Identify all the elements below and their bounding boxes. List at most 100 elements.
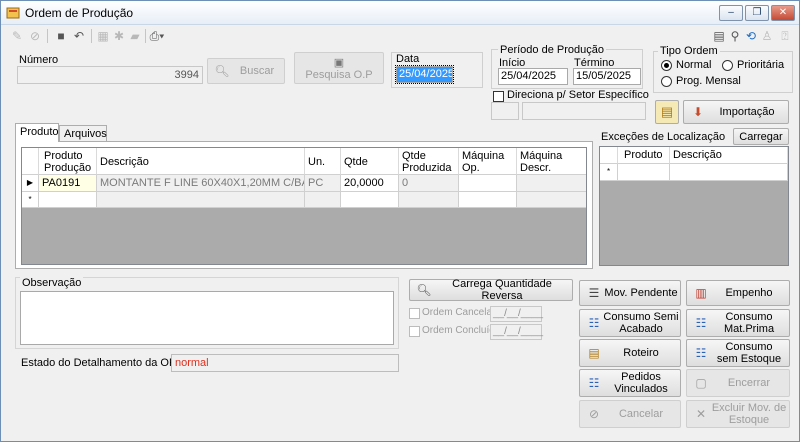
new-row[interactable]: * <box>22 192 586 208</box>
user-icon[interactable]: ♙ <box>759 28 775 44</box>
save-icon[interactable]: ■ <box>53 28 69 44</box>
importacao-button[interactable]: ⬇ Importação <box>683 100 789 124</box>
roteiro-button[interactable]: ▤ Roteiro <box>579 339 681 367</box>
excecoes-header-row: Produto Descrição <box>600 147 788 164</box>
ordem-concluida-checkbox[interactable] <box>409 326 420 337</box>
minimize-button[interactable]: – <box>719 5 743 21</box>
col-qtde-produzida[interactable]: Qtde Produzida <box>399 148 459 175</box>
table-row[interactable]: ▶ PA0191 MONTANTE F LINE 60X40X1,20MM C/… <box>22 175 586 192</box>
col-qtde[interactable]: Qtde <box>341 148 399 175</box>
cancel-icon[interactable]: ⊘ <box>27 28 43 44</box>
inicio-field[interactable]: 25/04/2025 <box>498 68 568 85</box>
cancel-icon: ⊘ <box>588 407 600 421</box>
direciona-checkbox[interactable] <box>493 91 504 102</box>
cell-produto[interactable]: PA0191 <box>39 175 97 192</box>
col-produto[interactable]: Produto Produção <box>39 148 97 175</box>
delete-icon[interactable]: ▦ <box>95 28 111 44</box>
direciona-label: Direciona p/ Setor Específico <box>507 89 649 101</box>
setor-desc-field[interactable] <box>522 102 646 120</box>
mov-pendente-button[interactable]: ☰ Mov. Pendente <box>579 280 681 306</box>
encerrar-button[interactable]: ▢ Encerrar <box>686 369 790 397</box>
ordem-cancelada-checkbox[interactable] <box>409 308 420 319</box>
tab-produto[interactable]: Produto <box>15 123 59 142</box>
ordem-concluida-label: Ordem Concluída <box>422 325 501 336</box>
setor-code-field[interactable] <box>491 102 519 120</box>
radio-normal-label: Normal <box>676 59 712 71</box>
cell-qtde-produzida[interactable]: 0 <box>399 175 459 192</box>
cell-maquina-descr[interactable] <box>517 175 586 192</box>
col-descricao[interactable]: Descrição <box>97 148 305 175</box>
print-icon[interactable]: ⎙▾ <box>149 28 165 44</box>
consumo-sem-estoque-button[interactable]: ☷ Consumo sem Estoque <box>686 339 790 367</box>
list-icon: ☷ <box>695 316 707 330</box>
excecoes-grid: Produto Descrição * <box>599 146 789 266</box>
cell-un[interactable]: PC <box>305 175 341 192</box>
radio-normal[interactable] <box>661 60 672 71</box>
search-icon[interactable]: ⚲ <box>727 28 743 44</box>
list-icon: ☷ <box>588 376 600 390</box>
list-icon: ☷ <box>695 346 707 360</box>
consumo-semi-button[interactable]: ☷ Consumo Semi Acabado <box>579 309 681 337</box>
data-label: Data <box>396 53 420 65</box>
excluir-mov-button[interactable]: ✕ Excluir Mov. de Estoque <box>686 400 790 428</box>
new-icon[interactable]: ✎ <box>9 28 25 44</box>
close-button[interactable]: ✕ <box>771 5 795 21</box>
col-exc-produto[interactable]: Produto <box>618 147 670 164</box>
col-maquina-descr[interactable]: Máquina Descr. <box>517 148 586 175</box>
concluida-date[interactable]: __/__/____ <box>490 324 543 340</box>
carrega-reversa-button[interactable]: 🔍︎ Carrega Quantidade Reversa <box>409 278 573 302</box>
observacao-field[interactable] <box>20 291 394 345</box>
tools-icon[interactable]: ✱ <box>111 28 127 44</box>
document-icon[interactable]: ▤ <box>711 28 727 44</box>
route-icon: ▤ <box>588 346 600 360</box>
buscar-button[interactable]: 🔍︎ Buscar <box>207 58 285 84</box>
import-icon: ⬇ <box>692 105 704 119</box>
exc-new-row-marker: * <box>600 164 618 181</box>
data-field[interactable]: 25/04/2025 <box>395 65 454 84</box>
col-exc-descricao[interactable]: Descrição <box>670 147 788 164</box>
numero-field[interactable]: 3994 <box>17 66 203 84</box>
list-icon: ☰ <box>588 286 600 300</box>
list-icon: ☷ <box>588 316 600 330</box>
tab-panel-produto: Produto Produção Descrição Un. Qtde Qtde… <box>15 141 593 269</box>
stamp-icon[interactable]: ▰ <box>127 28 143 44</box>
excecoes-new-row[interactable]: * <box>600 164 788 181</box>
maximize-button[interactable]: ❐ <box>745 5 769 21</box>
cell-maquina-op[interactable] <box>459 175 517 192</box>
grid-header-row: Produto Produção Descrição Un. Qtde Qtde… <box>22 148 586 175</box>
refresh-icon[interactable]: ⟲ <box>743 28 759 44</box>
col-un[interactable]: Un. <box>305 148 341 175</box>
pedidos-vinculados-button[interactable]: ☷ Pedidos Vinculados <box>579 369 681 397</box>
carregar-button[interactable]: Carregar <box>733 128 789 145</box>
cell-qtde[interactable]: 20,0000 <box>341 175 399 192</box>
estado-field: normal <box>171 354 399 372</box>
binoculars-icon: ▣ <box>333 56 345 69</box>
new-row-marker: * <box>22 192 39 208</box>
window-title: Ordem de Produção <box>25 6 134 20</box>
lock-icon: ▢ <box>695 376 707 390</box>
numero-label: Número <box>19 54 59 66</box>
excecoes-label: Exceções de Localização <box>601 131 726 143</box>
empenho-button[interactable]: ▥ Empenho <box>686 280 790 306</box>
books-icon: ▥ <box>695 286 707 300</box>
periodo-label: Período de Produção <box>498 44 606 56</box>
notes-button[interactable]: ▤ <box>655 100 679 124</box>
consumo-mat-button[interactable]: ☷ Consumo Mat.Prima <box>686 309 790 337</box>
delete-icon: ✕ <box>695 407 707 421</box>
radio-prog-mensal[interactable] <box>661 76 672 87</box>
row-selector[interactable]: ▶ <box>22 175 39 192</box>
radio-prioritaria[interactable] <box>722 60 733 71</box>
notes-icon: ▤ <box>660 104 674 119</box>
toolbar: ✎ ⊘ ■ ↶ ▦ ✱ ▰ ⎙▾ ▤ ⚲ ⟲ ♙ ⍰ <box>7 27 793 45</box>
pesquisa-op-button[interactable]: ▣ Pesquisa O.P <box>294 52 384 84</box>
search-icon: 🔍︎ <box>416 283 432 297</box>
tab-arquivos[interactable]: Arquivos <box>59 125 107 142</box>
termino-field[interactable]: 15/05/2025 <box>573 68 641 85</box>
undo-icon[interactable]: ↶ <box>71 28 87 44</box>
cancelar-button[interactable]: ⊘ Cancelar <box>579 400 681 428</box>
cell-descricao[interactable]: MONTANTE F LINE 60X40X1,20MM C/BAS... <box>97 175 305 192</box>
col-maquina-op[interactable]: Máquina Op. <box>459 148 517 175</box>
cancelada-date[interactable]: __/__/____ <box>490 306 543 322</box>
help-icon[interactable]: ⍰ <box>777 28 793 44</box>
observacao-label: Observação <box>20 277 84 289</box>
